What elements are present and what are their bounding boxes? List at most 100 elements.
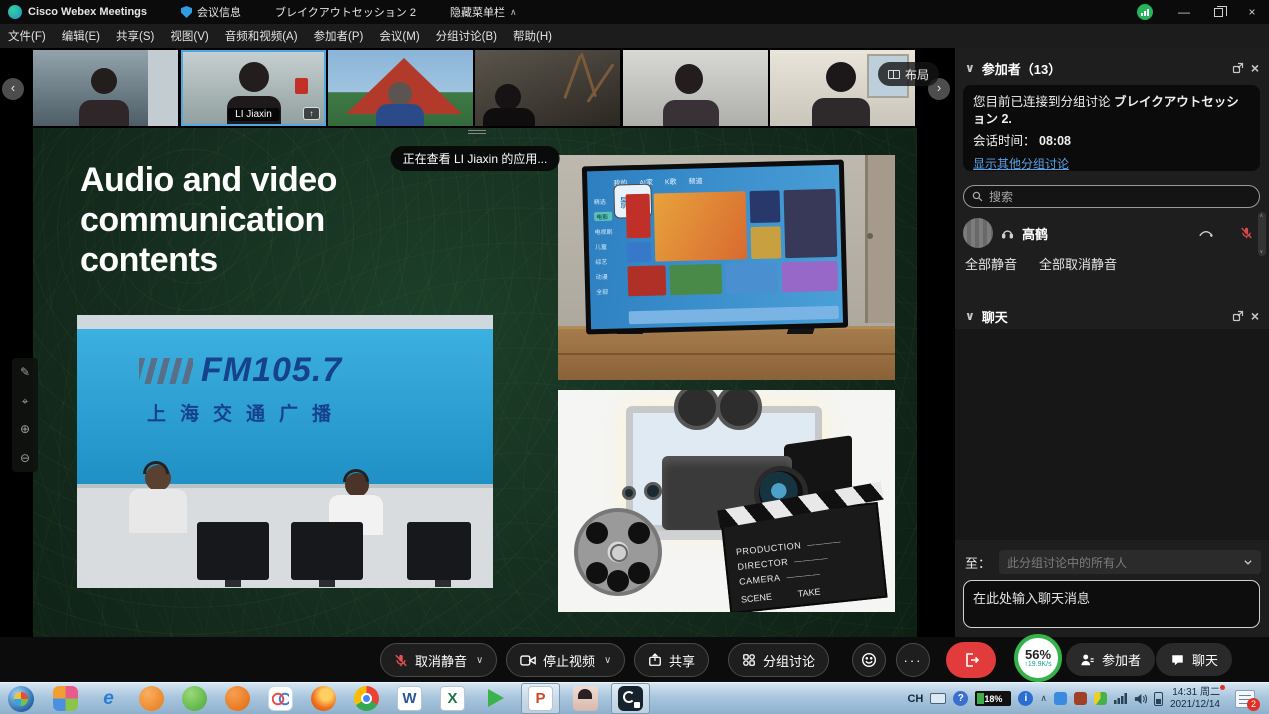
chevron-down-icon[interactable]: ∨ — [604, 655, 611, 666]
close-panel-icon[interactable]: × — [1251, 308, 1259, 324]
app-icon-chrome[interactable] — [354, 686, 379, 711]
unmute-button[interactable]: 取消静音 ∨ — [380, 643, 497, 677]
video-thumbnail-4[interactable] — [623, 50, 768, 126]
app-icon-firefox[interactable] — [311, 686, 336, 711]
video-thumbnail-3[interactable] — [475, 50, 620, 126]
close-button[interactable]: × — [1235, 0, 1269, 24]
system-tray: CH ? 18% i ∧ 14:31 周二 2021/12/14 2 — [907, 687, 1269, 711]
app-icon-browser-green[interactable] — [182, 686, 207, 711]
language-indicator[interactable]: CH — [907, 693, 923, 705]
menu-audio-video[interactable]: 音频和视频(A) — [225, 28, 298, 44]
chat-message-input[interactable] — [963, 580, 1260, 628]
menu-participants[interactable]: 参加者(P) — [314, 28, 364, 44]
collapse-chevron-icon[interactable]: ∨ — [965, 61, 975, 75]
video-thumbnail-2[interactable] — [328, 50, 473, 126]
participants-toggle-button[interactable]: 参加者 — [1066, 643, 1155, 676]
participant-name: 高鹤 — [1022, 224, 1190, 243]
chevron-down-icon — [1243, 557, 1253, 567]
filmstrip-previous-button[interactable]: ‹ — [2, 78, 24, 100]
show-other-sessions-link[interactable]: 显示其他分组讨论 — [973, 156, 1250, 173]
battery-icon[interactable] — [1154, 692, 1163, 706]
app-icon-browser-orange[interactable] — [139, 686, 164, 711]
layout-button[interactable]: 布局 — [878, 62, 939, 86]
app-icon-word[interactable]: W — [397, 686, 422, 711]
keyboard-icon[interactable] — [930, 693, 946, 704]
tray-icon-security[interactable] — [1074, 692, 1087, 705]
app-icon-ie[interactable]: e — [96, 686, 121, 711]
hide-menubar-button[interactable]: 隐藏菜单栏 ∧ — [450, 4, 517, 20]
menu-help[interactable]: 帮助(H) — [513, 28, 552, 44]
phone-audio-icon — [1198, 227, 1214, 239]
chat-toggle-button[interactable]: 聊天 — [1156, 643, 1232, 676]
muted-mic-icon — [1240, 226, 1253, 240]
app-icon-excel[interactable]: X — [440, 686, 465, 711]
menu-file[interactable]: 文件(F) — [8, 28, 46, 44]
app-icon-avatar[interactable] — [573, 686, 598, 711]
notification-center-icon[interactable]: 2 — [1235, 690, 1255, 708]
participant-search-input[interactable] — [989, 190, 1251, 204]
side-panel: ∨ 参加者（13） × 您目前已连接到分组讨论 ブレイクアウトセッション 2. … — [955, 48, 1269, 637]
video-thumbnail-active-speaker[interactable]: LI Jiaxin ↑ — [181, 50, 326, 126]
muted-mic-icon — [394, 653, 408, 668]
video-thumbnail-1[interactable] — [33, 50, 178, 126]
minimize-button[interactable]: — — [1167, 0, 1201, 24]
network-usage-indicator[interactable]: 56% ↑19.9K/s — [1014, 634, 1062, 682]
collapse-chevron-icon[interactable]: ∨ — [965, 309, 975, 323]
pin-icon[interactable]: ⌖ — [22, 395, 29, 407]
close-panel-icon[interactable]: × — [1251, 60, 1259, 76]
app-icon-rings[interactable] — [268, 686, 293, 711]
unmute-all-button[interactable]: 全部取消静音 — [1039, 254, 1117, 273]
filmstrip-resize-handle[interactable] — [468, 130, 486, 134]
app-icon-video-player[interactable] — [483, 686, 508, 711]
network-signal-icon[interactable] — [1114, 693, 1127, 704]
leave-meeting-button[interactable] — [946, 642, 996, 678]
breakout-sessions-button[interactable]: 分组讨论 — [728, 643, 829, 677]
start-button[interactable] — [8, 686, 34, 712]
tray-icon-messenger[interactable] — [1054, 692, 1067, 705]
menu-share[interactable]: 共享(S) — [116, 28, 154, 44]
more-options-button[interactable]: ··· — [896, 643, 930, 677]
participant-search[interactable] — [963, 185, 1260, 208]
connection-quality-icon[interactable] — [1137, 4, 1153, 20]
titlebar: Cisco Webex Meetings 会议信息 ブレイクアウトセッション 2… — [0, 0, 1269, 24]
menu-view[interactable]: 视图(V) — [170, 28, 208, 44]
popout-icon[interactable] — [1232, 310, 1244, 322]
app-icon-browser-orange2[interactable] — [225, 686, 250, 711]
zoom-out-icon[interactable]: ⊖ — [20, 452, 30, 464]
smiley-icon — [861, 652, 877, 668]
taskbar-clock[interactable]: 14:31 周二 2021/12/14 — [1170, 687, 1220, 711]
chevron-down-icon[interactable]: ∨ — [476, 655, 483, 666]
menu-meeting[interactable]: 会议(M) — [379, 28, 419, 44]
tray-expand-icon[interactable]: ∧ — [1040, 693, 1047, 704]
headset-icon — [1001, 227, 1014, 240]
powerpoint-icon: P — [528, 686, 553, 711]
menu-edit[interactable]: 编辑(E) — [62, 28, 100, 44]
menu-breakout[interactable]: 分组讨论(B) — [436, 28, 497, 44]
shield-icon — [181, 6, 192, 18]
mute-all-button[interactable]: 全部静音 — [965, 254, 1017, 273]
webex-taskbar-icon — [618, 686, 643, 711]
stop-video-button[interactable]: 停止视频 ∨ — [506, 643, 625, 677]
zoom-in-icon[interactable]: ⊕ — [20, 423, 30, 435]
restore-button[interactable] — [1201, 0, 1235, 24]
annotate-icon[interactable]: ✎ — [20, 366, 30, 378]
participants-panel-title: 参加者（13） — [982, 59, 1061, 78]
chevron-up-icon: ∧ — [510, 7, 517, 18]
app-icon-webex-active[interactable] — [611, 683, 650, 714]
popout-icon[interactable] — [1232, 62, 1244, 74]
tray-icon-antivirus[interactable] — [1094, 692, 1107, 705]
info-icon[interactable]: i — [1018, 691, 1033, 706]
help-icon[interactable]: ? — [953, 691, 968, 706]
volume-icon[interactable] — [1134, 693, 1147, 705]
meeting-info-button[interactable]: 会议信息 — [181, 4, 241, 20]
chat-recipient-value: 此分组讨论中的所有人 — [1007, 554, 1127, 571]
participants-scrollbar[interactable] — [1258, 212, 1266, 256]
app-icon-suite[interactable] — [53, 686, 78, 711]
app-icon-powerpoint-active[interactable]: P — [521, 683, 560, 714]
film-reel-shape — [574, 508, 662, 596]
battery-tray-widget[interactable]: 18% — [975, 691, 1011, 706]
participant-row[interactable]: 高鹤 — [963, 216, 1253, 250]
chat-recipient-select[interactable]: 此分组讨论中的所有人 — [999, 550, 1261, 574]
reactions-button[interactable] — [852, 643, 886, 677]
share-button[interactable]: 共享 — [634, 643, 709, 677]
